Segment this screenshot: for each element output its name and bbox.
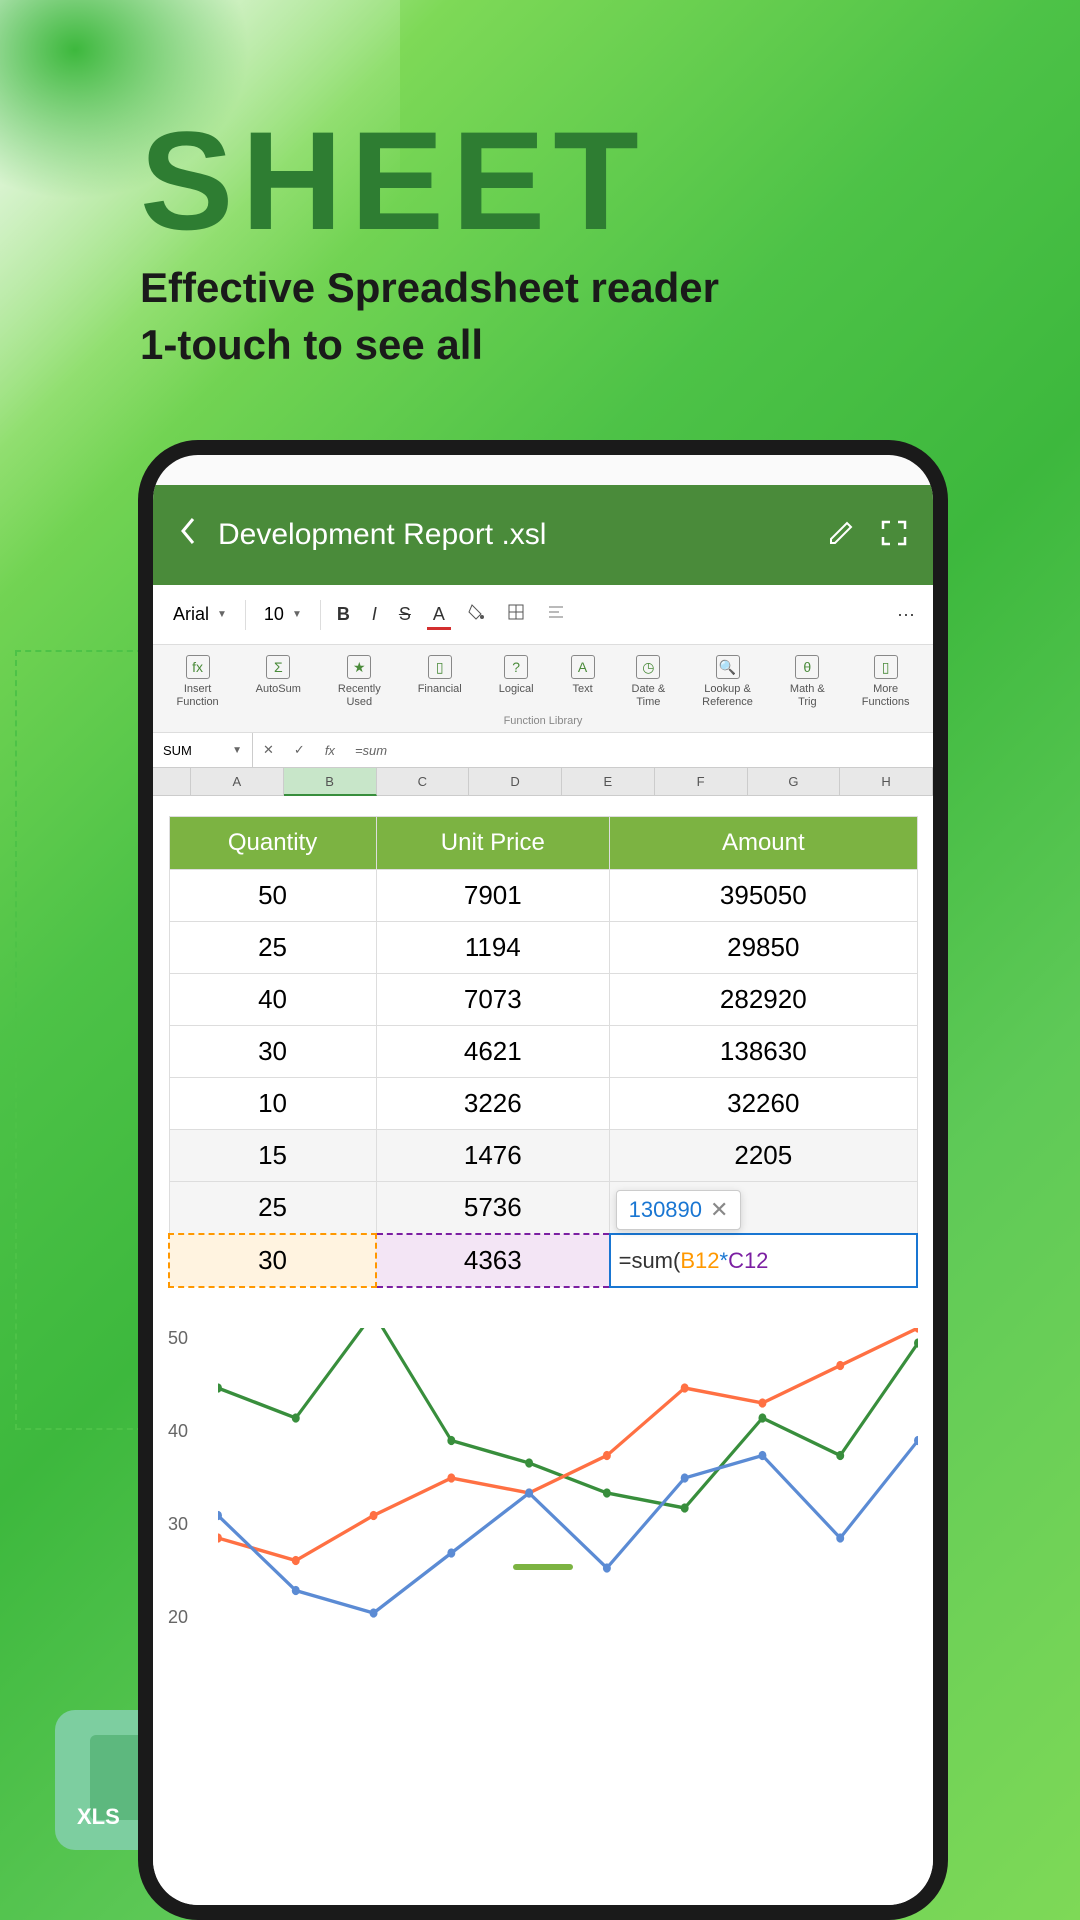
table-cell[interactable]: 3226 [376,1078,610,1130]
ribbon-group-label: Function Library [158,715,928,727]
table-cell[interactable]: 50 [169,870,376,922]
sheet-area[interactable]: QuantityUnit PriceAmount 507901395050251… [153,796,933,1905]
hero-subtitle: Effective Spreadsheet reader 1-touch to … [140,260,719,373]
ribbon-item-math-&[interactable]: θMath & Trig [790,655,825,709]
phone-screen: Development Report .xsl Arial▼ 10▼ B I S… [153,455,933,1905]
formula-cancel-button[interactable]: ✕ [253,742,284,758]
table-cell[interactable]: 282920 [610,974,917,1026]
more-button[interactable]: ··· [891,600,921,629]
table-cell[interactable]: 1194 [376,922,610,974]
table-cell[interactable]: 138630 [610,1026,917,1078]
ribbon-item-recently[interactable]: ★Recently Used [338,655,381,709]
table-cell[interactable]: 29850 [610,922,917,974]
column-header-C[interactable]: C [377,768,470,796]
document-title: Development Report .xsl [218,518,802,552]
ribbon-item-date-&[interactable]: ◷Date & Time [632,655,666,709]
column-header-B[interactable]: B [284,768,377,796]
table-cell[interactable]: 40 [169,974,376,1026]
table-cell[interactable]: 7901 [376,870,610,922]
table-row[interactable]: 1514762205 [169,1130,917,1182]
fullscreen-icon[interactable] [880,519,908,552]
table-cell[interactable]: 30 [169,1234,376,1287]
column-header-E[interactable]: E [562,768,655,796]
ribbon-item-financial[interactable]: ▯Financial [418,655,462,709]
table-cell[interactable]: 4621 [376,1026,610,1078]
ribbon-item-text[interactable]: AText [571,655,595,709]
table-cell[interactable]: 7073 [376,974,610,1026]
table-cell[interactable]: 5736 [376,1182,610,1235]
bold-button[interactable]: B [331,600,356,629]
column-header-D[interactable]: D [469,768,562,796]
formula-accept-button[interactable]: ✓ [284,742,315,758]
column-header-G[interactable]: G [748,768,841,796]
table-cell[interactable]: 4363 [376,1234,610,1287]
edit-icon[interactable] [827,519,855,552]
formula-bar: SUM▼ ✕ ✓ fx =sum [153,733,933,768]
formula-input[interactable]: =sum [345,743,397,758]
table-cell[interactable]: 25 [169,1182,376,1235]
fx-label: fx [315,743,345,758]
table-row[interactable]: 304621138630 [169,1026,917,1078]
column-header-F[interactable]: F [655,768,748,796]
back-button[interactable] [178,516,198,555]
table-cell[interactable]: 2205 [610,1130,917,1182]
table-cell[interactable]: 1476 [376,1130,610,1182]
italic-button[interactable]: I [366,600,383,629]
fill-color-button[interactable] [461,599,491,630]
name-box[interactable]: SUM▼ [153,733,253,767]
ribbon-item-more[interactable]: ▯More Functions [862,655,910,709]
line-chart: 50403020 [168,1328,918,1628]
table-cell[interactable]: 32260 [610,1078,917,1130]
table-row[interactable]: 255736 [169,1182,917,1235]
column-header-H[interactable]: H [840,768,933,796]
column-header-A[interactable]: A [191,768,284,796]
formula-tooltip: 130890✕ [616,1190,742,1230]
table-cell[interactable]: 395050 [610,870,917,922]
table-row[interactable]: 507901395050 [169,870,917,922]
table-cell[interactable]: 10 [169,1078,376,1130]
hero-title: SHEET [140,100,647,262]
column-headers: ABCDEFGH [153,768,933,796]
strikethrough-button[interactable]: S [393,600,417,629]
ribbon-item-logical[interactable]: ?Logical [499,655,534,709]
ribbon-item-lookup-&[interactable]: 🔍Lookup & Reference [702,655,753,709]
function-ribbon: fxInsert Function ΣAutoSum ★Recently Used ▯… [153,645,933,733]
table-header: Quantity [169,817,376,870]
font-name-select[interactable]: Arial▼ [165,600,235,629]
font-size-select[interactable]: 10▼ [256,600,310,629]
formatting-toolbar: Arial▼ 10▼ B I S A ··· [153,585,933,645]
close-icon[interactable]: ✕ [710,1197,728,1222]
phone-frame: Development Report .xsl Arial▼ 10▼ B I S… [138,440,948,1920]
borders-button[interactable] [501,599,531,630]
align-button[interactable] [541,599,571,630]
table-row[interactable]: 25119429850 [169,922,917,974]
app-header: Development Report .xsl [153,485,933,585]
table-cell[interactable]: 30 [169,1026,376,1078]
ribbon-item-autosum[interactable]: ΣAutoSum [256,655,301,709]
font-color-button[interactable]: A [427,600,451,630]
data-table: QuantityUnit PriceAmount 507901395050251… [168,816,918,1288]
table-header: Amount [610,817,917,870]
table-row[interactable]: 407073282920 [169,974,917,1026]
table-header: Unit Price [376,817,610,870]
table-row[interactable]: 304363=sum(B12*C12130890✕ [169,1234,917,1287]
table-cell[interactable]: 15 [169,1130,376,1182]
table-row[interactable]: 10322632260 [169,1078,917,1130]
ribbon-item-insert[interactable]: fxInsert Function [176,655,218,709]
table-cell[interactable]: =sum(B12*C12130890✕ [610,1234,917,1287]
table-cell[interactable]: 25 [169,922,376,974]
